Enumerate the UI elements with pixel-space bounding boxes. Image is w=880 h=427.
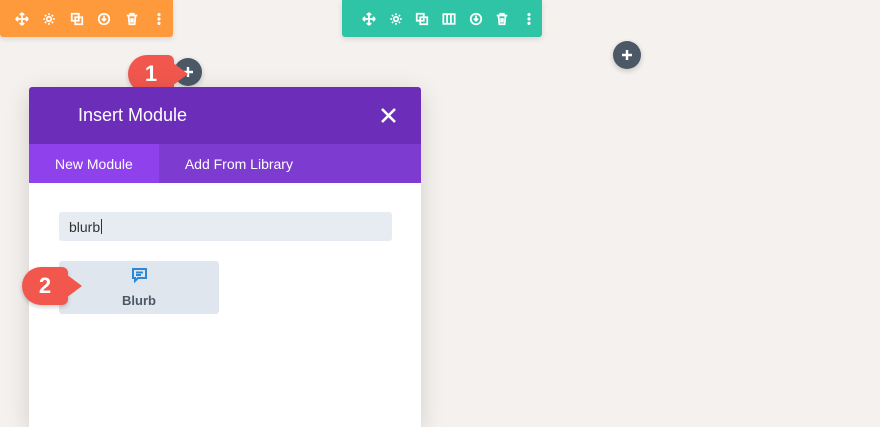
more-icon[interactable] xyxy=(515,0,542,37)
more-icon[interactable] xyxy=(146,0,174,37)
close-icon[interactable] xyxy=(380,107,397,124)
trash-icon[interactable] xyxy=(489,0,516,37)
add-column-button[interactable] xyxy=(613,41,641,69)
tab-add-from-library[interactable]: Add From Library xyxy=(159,144,319,183)
module-result-label: Blurb xyxy=(122,293,156,308)
section-toolbar xyxy=(0,0,173,37)
save-icon[interactable] xyxy=(462,0,489,37)
trash-icon[interactable] xyxy=(118,0,146,37)
modal-tabs: New Module Add From Library xyxy=(29,144,421,183)
modal-title: Insert Module xyxy=(78,105,188,125)
modal-header: Insert Module xyxy=(29,87,421,144)
duplicate-icon[interactable] xyxy=(409,0,436,37)
row-toolbar xyxy=(342,0,542,37)
step-marker-2: 2 xyxy=(22,267,82,305)
search-value: blurb xyxy=(69,218,101,235)
gear-icon[interactable] xyxy=(36,0,64,37)
save-icon[interactable] xyxy=(91,0,119,37)
columns-icon[interactable] xyxy=(436,0,463,37)
module-search-input[interactable]: blurb xyxy=(59,212,392,241)
text-cursor xyxy=(101,219,103,234)
gear-icon[interactable] xyxy=(383,0,410,37)
module-result-blurb[interactable]: Blurb xyxy=(59,261,219,314)
step-marker-label: 2 xyxy=(22,267,82,305)
tab-new-module[interactable]: New Module xyxy=(29,144,159,183)
insert-module-modal: Insert Module New Module Add From Librar… xyxy=(29,87,421,427)
duplicate-icon[interactable] xyxy=(63,0,91,37)
move-icon[interactable] xyxy=(356,0,383,37)
move-icon[interactable] xyxy=(8,0,36,37)
blurb-icon xyxy=(131,267,148,289)
